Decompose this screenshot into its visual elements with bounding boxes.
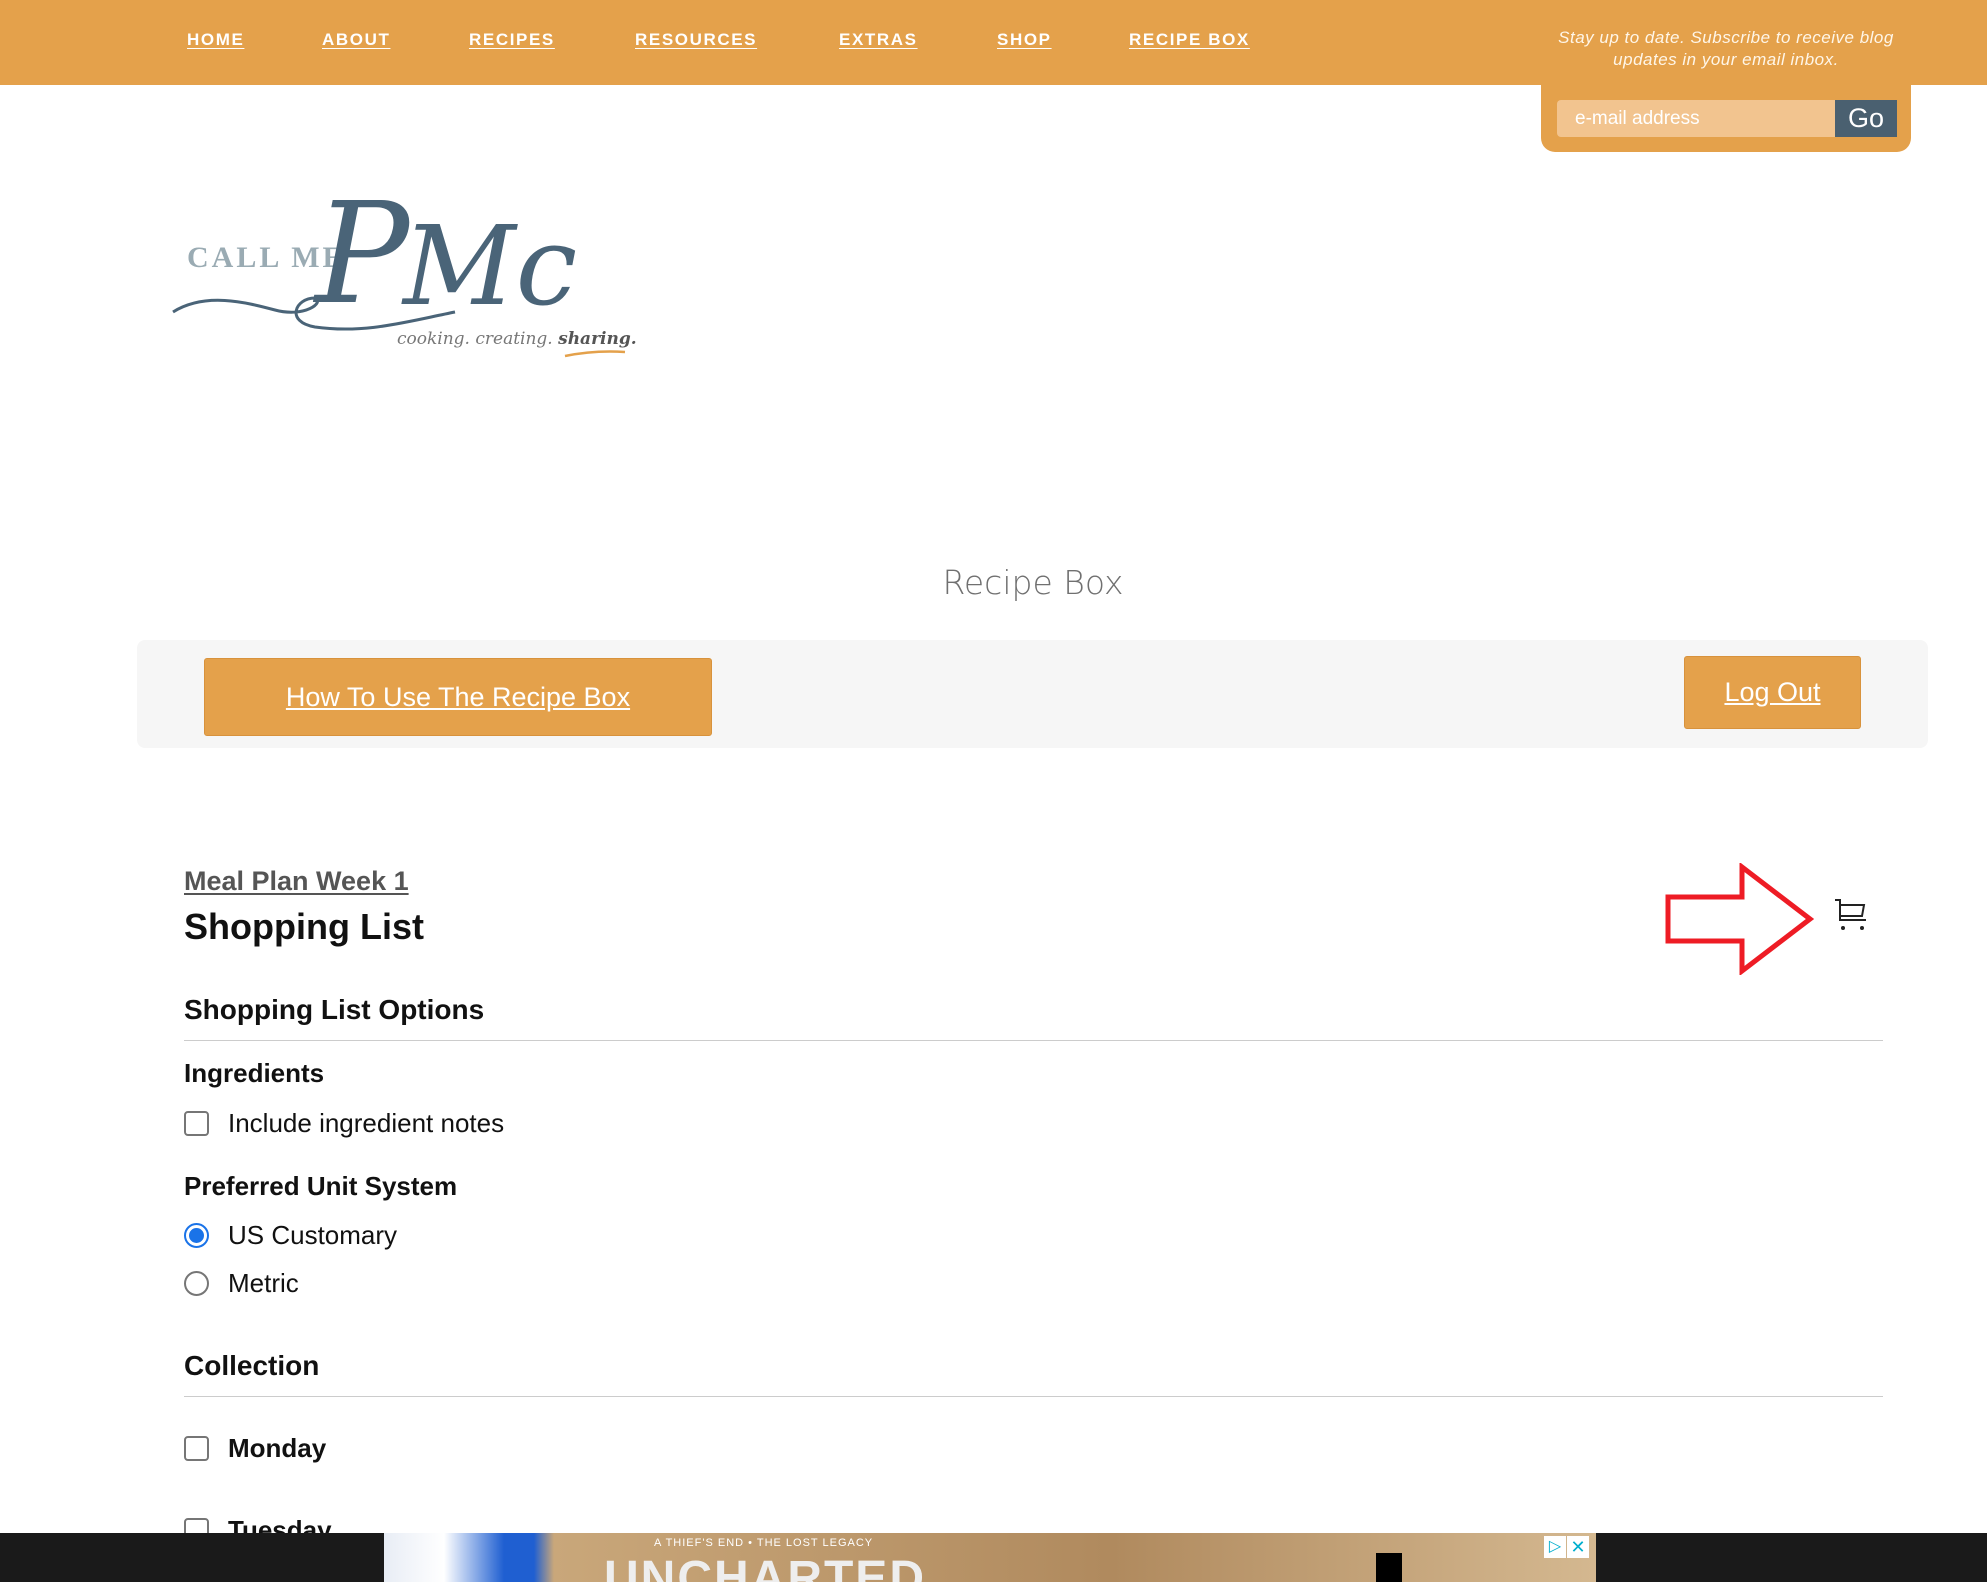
include-notes-label: Include ingredient notes bbox=[228, 1108, 505, 1138]
subscribe-text: Stay up to date. Subscribe to receive bl… bbox=[1558, 28, 1894, 69]
unit-system-heading: Preferred Unit System bbox=[184, 1171, 458, 1201]
us-customary-label: US Customary bbox=[228, 1220, 398, 1250]
shopping-list-title: Shopping List bbox=[184, 906, 424, 947]
shopping-cart-icon[interactable] bbox=[1834, 898, 1868, 932]
nav-home[interactable]: HOME bbox=[187, 30, 244, 50]
ad-info-icon[interactable]: ▷ bbox=[1544, 1536, 1566, 1558]
ad-tagline: A THIEF'S END • THE LOST LEGACY bbox=[654, 1537, 874, 1549]
how-to-use-button[interactable]: How To Use The Recipe Box bbox=[204, 658, 712, 736]
options-heading: Shopping List Options bbox=[184, 994, 485, 1025]
us-customary-radio[interactable] bbox=[184, 1223, 209, 1248]
divider bbox=[184, 1040, 1883, 1041]
svg-text:P: P bbox=[312, 173, 412, 336]
nav-recipes[interactable]: RECIPES bbox=[469, 30, 555, 50]
ad-title: UNCHARTED bbox=[604, 1552, 926, 1582]
unit-us-customary[interactable]: US Customary bbox=[184, 1220, 397, 1251]
include-notes-checkbox[interactable] bbox=[184, 1111, 209, 1136]
svg-text:Mc: Mc bbox=[401, 202, 577, 330]
nav-recipe-box[interactable]: RECIPE BOX bbox=[1129, 30, 1250, 50]
monday-checkbox[interactable] bbox=[184, 1436, 209, 1461]
meal-plan-link[interactable]: Meal Plan Week 1 bbox=[184, 866, 409, 897]
metric-label: Metric bbox=[228, 1268, 299, 1298]
annotation-arrow-icon bbox=[1665, 863, 1814, 975]
collection-heading: Collection bbox=[184, 1350, 320, 1381]
unit-metric[interactable]: Metric bbox=[184, 1268, 299, 1299]
nav-about[interactable]: ABOUT bbox=[322, 30, 390, 50]
subscribe-go-button[interactable]: Go bbox=[1835, 100, 1897, 137]
nav-shop[interactable]: SHOP bbox=[997, 30, 1052, 50]
email-input[interactable] bbox=[1557, 100, 1835, 137]
monday-label: Monday bbox=[228, 1433, 327, 1463]
ingredients-heading: Ingredients bbox=[184, 1058, 325, 1088]
svg-text:cooking. creating. sharing.: cooking. creating. sharing. bbox=[397, 329, 637, 349]
page-title: Recipe Box bbox=[942, 563, 1124, 602]
ad-banner[interactable]: A THIEF'S END • THE LOST LEGACY UNCHARTE… bbox=[384, 1533, 1596, 1582]
log-out-button[interactable]: Log Out bbox=[1684, 656, 1861, 729]
nav-resources[interactable]: RESOURCES bbox=[635, 30, 757, 50]
metric-radio[interactable] bbox=[184, 1271, 209, 1296]
include-notes-option[interactable]: Include ingredient notes bbox=[184, 1108, 504, 1139]
collection-monday[interactable]: Monday bbox=[184, 1433, 326, 1464]
nav-extras[interactable]: EXTRAS bbox=[839, 30, 918, 50]
ad-close-icon[interactable]: ✕ bbox=[1567, 1536, 1589, 1558]
playstation-logo-icon bbox=[1376, 1553, 1402, 1582]
divider bbox=[184, 1396, 1883, 1397]
site-logo[interactable]: CALL ME P Mc cooking. creating. sharing. bbox=[165, 152, 650, 362]
